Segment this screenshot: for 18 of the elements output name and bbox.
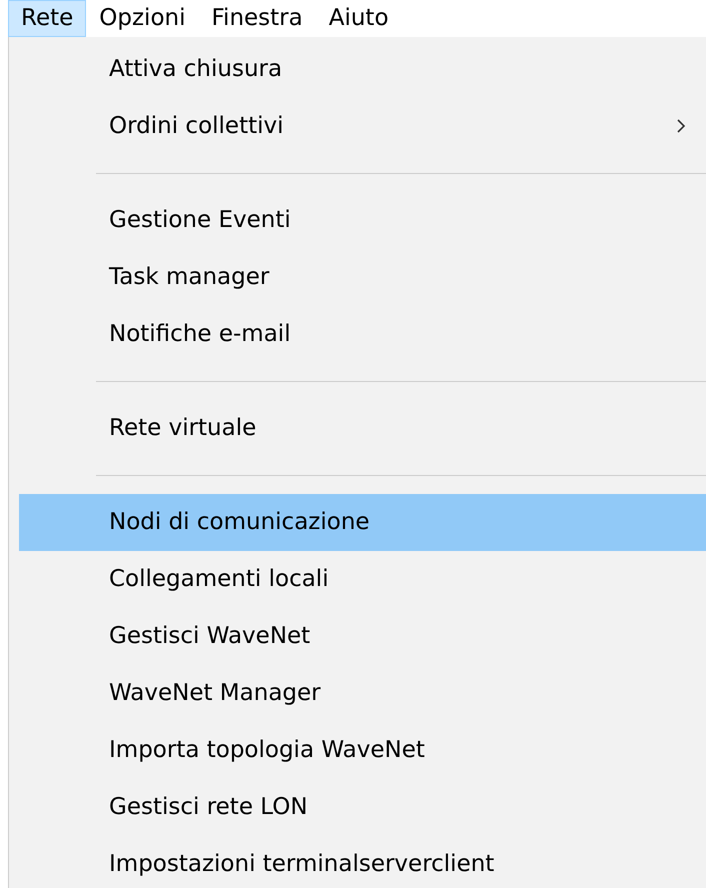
- menu-item[interactable]: Nodi di comunicazione: [19, 494, 706, 550]
- menu-item[interactable]: Collegamenti locali: [19, 550, 706, 608]
- menu-bar-item[interactable]: Finestra: [198, 0, 316, 36]
- menu-item[interactable]: Gestione Eventi: [19, 192, 706, 248]
- menu-item[interactable]: Attiva chiusura: [19, 40, 706, 98]
- menu-item[interactable]: Notifiche e-mail: [19, 306, 706, 362]
- menu-item[interactable]: WaveNet Manager: [19, 664, 706, 722]
- menu-bar-item[interactable]: Aiuto: [316, 0, 402, 36]
- chevron-right-icon: [676, 118, 686, 134]
- menu-bar-item[interactable]: Rete: [8, 0, 86, 36]
- menu-item[interactable]: Ordini collettivi: [19, 98, 706, 154]
- menu-bar-item[interactable]: Opzioni: [86, 0, 198, 36]
- menu-item[interactable]: Task manager: [19, 248, 706, 306]
- menu-item[interactable]: Impostazioni terminalserverclient: [19, 836, 706, 888]
- menu-item[interactable]: Gestisci WaveNet: [19, 608, 706, 664]
- menu-item[interactable]: Rete virtuale: [19, 400, 706, 456]
- menu-item[interactable]: Gestisci rete LON: [19, 778, 706, 836]
- menu-item[interactable]: Importa topologia WaveNet: [19, 722, 706, 778]
